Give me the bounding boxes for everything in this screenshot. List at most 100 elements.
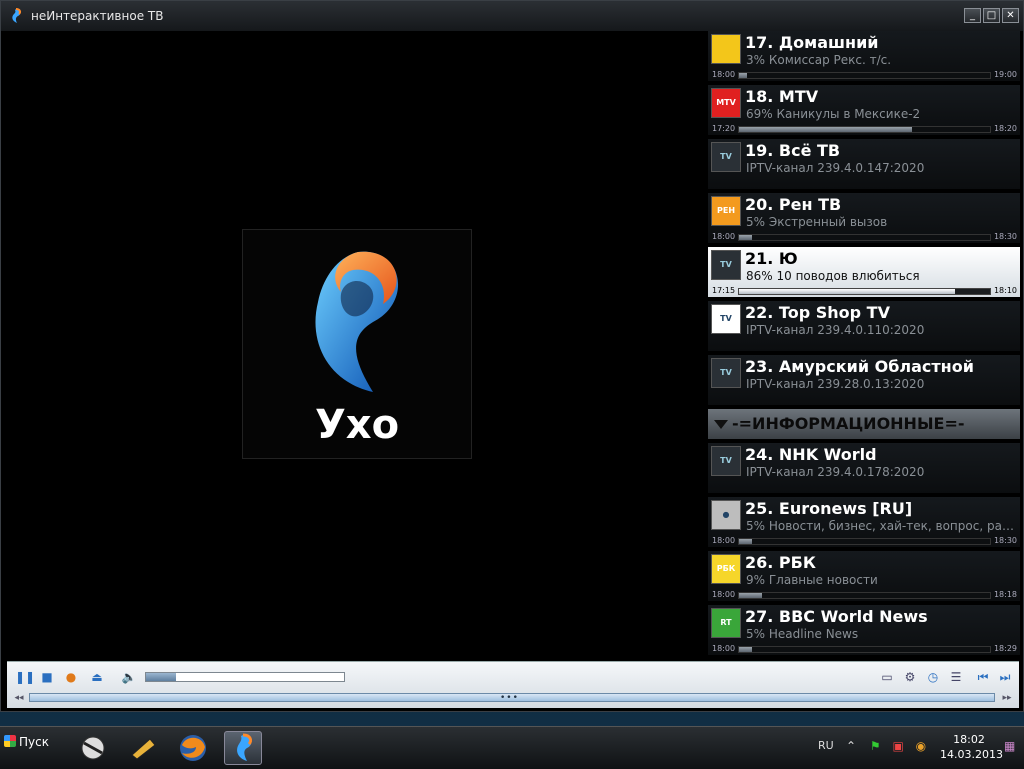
channel-name: 21. Ю <box>745 249 798 268</box>
maximize-button[interactable]: □ <box>983 8 1000 23</box>
group-header[interactable]: -=ИНФОРМАЦИОННЫЕ=- <box>708 409 1020 439</box>
program-progress-fill <box>739 539 752 544</box>
screen-icon[interactable]: ▭ <box>879 669 895 685</box>
collapse-triangle-icon[interactable] <box>714 420 728 429</box>
clock-icon[interactable]: ◷ <box>925 669 941 685</box>
start-button[interactable]: Пуск <box>4 735 49 749</box>
pause-icon[interactable]: ❚❚ <box>15 669 35 685</box>
volume-icon[interactable]: 🔈 <box>121 669 137 685</box>
channel-item[interactable]: 17. Домашний 3% Комиссар Рекс. т/с. 18:00 1… <box>708 31 1020 81</box>
program-progress-bar <box>738 234 991 241</box>
program-progress-fill <box>739 73 747 78</box>
minimize-button[interactable]: _ <box>964 8 981 23</box>
program-progress-fill <box>739 127 913 132</box>
rostelecom-logo-icon <box>315 251 399 392</box>
channel-logo-icon: TV <box>711 446 741 476</box>
channel-name: 17. Домашний <box>745 33 879 52</box>
channel-name: 19. Всё ТВ <box>745 141 841 160</box>
player-controls: ❚❚ ■ ● ⏏ 🔈 ▭ ⚙ ◷ ☰ ⏮ ⏭ ◂◂ ••• ▸▸ <box>7 661 1019 708</box>
channel-item[interactable]: MTV 18. MTV 69% Каникулы в Мексике-2 17:20 1… <box>708 85 1020 135</box>
taskbar-app-2-icon[interactable] <box>124 731 162 765</box>
seek-back-icon[interactable]: ◂◂ <box>11 690 27 706</box>
channel-name: 25. Euronews [RU] <box>745 499 913 518</box>
program-start-time: 18:00 <box>712 536 736 545</box>
group-label: -=ИНФОРМАЦИОННЫЕ=- <box>732 414 965 433</box>
channel-logo-icon: РЕН <box>711 196 741 226</box>
channel-program: 5% Новости, бизнес, хай-тек, вопрос, ран… <box>746 519 1016 533</box>
channel-item[interactable]: TV 21. Ю 86% 10 поводов влюбиться 17:15 18:1… <box>708 247 1020 297</box>
monitor-icon[interactable]: ▣ <box>892 739 903 753</box>
seek-bar[interactable]: ••• <box>29 693 995 703</box>
channel-item[interactable]: TV 24. NHK World IPTV-канал 239.4.0.178:20… <box>708 443 1020 493</box>
program-end-time: 18:29 <box>993 644 1017 653</box>
channel-program: IPTV-канал 239.4.0.147:2020 <box>746 161 925 175</box>
tv-player-taskbar-icon[interactable] <box>224 731 262 765</box>
channel-item[interactable]: РЕН 20. Рен ТВ 5% Экстренный вызов 18:00 18:… <box>708 193 1020 243</box>
app-window: неИнтерактивное ТВ _ □ ✕ Ухо 17. Домашни… <box>0 0 1024 712</box>
program-start-time: 18:00 <box>712 644 736 653</box>
channel-list[interactable]: 17. Домашний 3% Комиссар Рекс. т/с. 18:00 1… <box>708 31 1020 659</box>
channel-name: 24. NHK World <box>745 445 877 464</box>
language-indicator[interactable]: RU <box>818 739 834 752</box>
channel-name: 22. Top Shop TV <box>745 303 890 322</box>
seek-forward-icon[interactable]: ▸▸ <box>999 690 1015 706</box>
program-end-time: 18:18 <box>993 590 1017 599</box>
program-end-time: 18:30 <box>993 232 1017 241</box>
program-start-time: 18:00 <box>712 590 736 599</box>
clock[interactable]: 18:02 14.03.2013 <box>940 732 1003 762</box>
record-icon[interactable]: ● <box>63 669 79 685</box>
channel-name: 18. MTV <box>745 87 819 106</box>
eject-icon[interactable]: ⏏ <box>89 669 105 685</box>
channel-logo-icon <box>711 34 741 64</box>
channel-logo-icon: РБК <box>711 554 741 584</box>
channel-program: 3% Комиссар Рекс. т/с. <box>746 53 892 67</box>
channel-item[interactable]: TV 19. Всё ТВ IPTV-канал 239.4.0.147:2020 <box>708 139 1020 189</box>
video-area[interactable]: Ухо <box>7 31 705 659</box>
program-end-time: 18:30 <box>993 536 1017 545</box>
prev-channel-icon[interactable]: ⏮ <box>975 669 991 685</box>
speaker-icon[interactable]: ◉ <box>916 739 926 753</box>
volume-slider[interactable] <box>145 672 345 682</box>
firefox-icon[interactable] <box>174 731 212 765</box>
close-button[interactable]: ✕ <box>1002 8 1019 23</box>
program-progress-fill <box>739 235 752 240</box>
seek-grip-icon[interactable]: ••• <box>500 693 519 703</box>
channel-item[interactable]: RT 27. BBC World News 5% Headline News 18:0… <box>708 605 1020 655</box>
taskbar: Пуск RU ⌃ ⚑ ▣ ◉ 18:02 14.03.2013 ▦ <box>0 726 1024 769</box>
channel-caption: Ухо <box>314 402 400 448</box>
next-channel-icon[interactable]: ⏭ <box>997 669 1013 685</box>
program-progress-bar <box>738 646 991 653</box>
window-title: неИнтерактивное ТВ <box>31 9 164 23</box>
channel-item[interactable]: TV 22. Top Shop TV IPTV-канал 239.4.0.110:… <box>708 301 1020 351</box>
stop-icon[interactable]: ■ <box>39 669 55 685</box>
channel-item[interactable]: TV 23. Амурский Областной IPTV-канал 239.2… <box>708 355 1020 405</box>
show-desktop-icon[interactable]: ▦ <box>1004 739 1015 753</box>
playlist-icon[interactable]: ☰ <box>948 669 964 685</box>
program-start-time: 18:00 <box>712 232 736 241</box>
channel-logo-icon: MTV <box>711 88 741 118</box>
tray-expand-icon[interactable]: ⌃ <box>846 739 856 753</box>
windows-flag-icon <box>4 735 16 747</box>
channel-name: 23. Амурский Областной <box>745 357 974 376</box>
start-label: Пуск <box>19 735 49 749</box>
taskbar-app-1-icon[interactable] <box>74 731 112 765</box>
channel-logo-icon: RT <box>711 608 741 638</box>
channel-logo-icon: ● <box>711 500 741 530</box>
program-progress-bar <box>738 126 991 133</box>
settings-icon[interactable]: ⚙ <box>902 669 918 685</box>
program-end-time: 18:10 <box>993 286 1017 295</box>
program-progress-bar <box>738 538 991 545</box>
program-start-time: 17:15 <box>712 286 736 295</box>
channel-program: IPTV-канал 239.4.0.178:2020 <box>746 465 925 479</box>
clock-date: 14.03.2013 <box>940 748 1003 761</box>
program-start-time: 17:20 <box>712 124 736 133</box>
channel-item[interactable]: ● 25. Euronews [RU] 5% Новости, бизнес, ха… <box>708 497 1020 547</box>
program-progress-fill <box>739 289 955 294</box>
channel-item[interactable]: РБК 26. РБК 9% Главные новости 18:00 18:18 <box>708 551 1020 601</box>
channel-logo-icon: TV <box>711 250 741 280</box>
program-end-time: 18:20 <box>993 124 1017 133</box>
title-bar[interactable]: неИнтерактивное ТВ _ □ ✕ <box>1 1 1023 31</box>
flag-icon[interactable]: ⚑ <box>870 739 881 753</box>
volume-fill <box>146 673 176 681</box>
channel-name: 20. Рен ТВ <box>745 195 842 214</box>
